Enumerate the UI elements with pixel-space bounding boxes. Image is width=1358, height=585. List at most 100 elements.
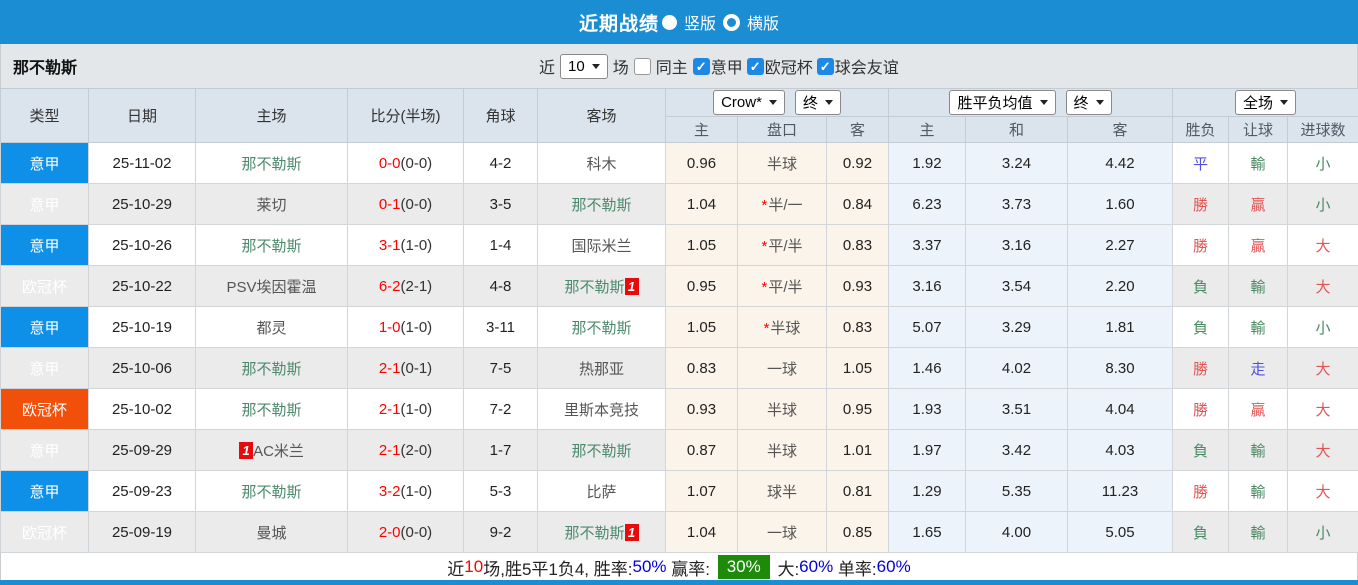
odds-away: 0.84 bbox=[826, 183, 889, 225]
match-type-cell: 意甲 bbox=[0, 306, 89, 348]
corner-count: 3-11 bbox=[463, 306, 538, 348]
handicap-value: 半球 bbox=[766, 401, 797, 419]
odds-home: 0.96 bbox=[665, 142, 738, 184]
match-type-cell: 欧冠杯 bbox=[0, 511, 89, 553]
result-goals: 大 bbox=[1287, 224, 1358, 266]
odds-home: 1.07 bbox=[665, 470, 738, 512]
home-team-cell: 都灵 bbox=[195, 306, 348, 348]
avg-lose: 4.04 bbox=[1067, 388, 1173, 430]
summary-part: 赢率: bbox=[666, 559, 715, 579]
rank-badge: 1 bbox=[624, 277, 639, 295]
result-goals: 小 bbox=[1287, 183, 1358, 225]
away-team-cell: 那不勒斯 bbox=[537, 429, 666, 471]
recent-label: 近 bbox=[539, 60, 556, 77]
home-team-cell: 1 AC米兰 bbox=[195, 429, 348, 471]
result-goals: 小 bbox=[1287, 511, 1358, 553]
result-handicap: 走 bbox=[1228, 347, 1288, 389]
result-handicap: 贏 bbox=[1228, 224, 1288, 266]
corner-count: 7-2 bbox=[463, 388, 538, 430]
col-header-away: 客场 bbox=[537, 88, 666, 143]
match-type-cell: 意甲 bbox=[0, 429, 89, 471]
handicap-value: 半球 bbox=[770, 319, 801, 337]
avg-win: 1.97 bbox=[888, 429, 966, 471]
away-team-cell: 那不勒斯 bbox=[537, 183, 666, 225]
result-handicap: 輸 bbox=[1228, 470, 1288, 512]
league-checkbox[interactable] bbox=[746, 57, 764, 75]
away-team-name: 比萨 bbox=[586, 483, 617, 501]
score-cell: 0-1(0-0) bbox=[347, 183, 464, 225]
halftime-score: (1-0) bbox=[400, 318, 433, 336]
radio-label[interactable]: 竖版 bbox=[684, 10, 716, 34]
sub-header-1: 盘口 bbox=[737, 116, 827, 143]
match-date: 25-10-02 bbox=[88, 388, 196, 430]
recent-count-select[interactable]: 10 bbox=[560, 53, 608, 79]
odds-home: 0.83 bbox=[665, 347, 738, 389]
away-team-cell: 那不勒斯 1 bbox=[537, 265, 666, 307]
avg-draw: 3.42 bbox=[965, 429, 1068, 471]
avg-time-select[interactable]: 终 bbox=[1065, 90, 1112, 115]
home-team-name: 那不勒斯 bbox=[241, 360, 302, 378]
odds-home: 1.05 bbox=[665, 306, 738, 348]
avg-draw: 3.24 bbox=[965, 142, 1068, 184]
halftime-score: (0-0) bbox=[400, 523, 433, 541]
bottom-accent-strip bbox=[0, 580, 1358, 585]
same-home-checkbox[interactable] bbox=[633, 57, 651, 75]
radio-label[interactable]: 横版 bbox=[747, 10, 779, 34]
summary-part: 60% bbox=[876, 557, 911, 576]
home-team-cell: 莱切 bbox=[195, 183, 348, 225]
league-checkbox[interactable] bbox=[692, 57, 710, 75]
result-wdl: 勝 bbox=[1172, 183, 1229, 225]
corner-count: 3-5 bbox=[463, 183, 538, 225]
bookmaker-select[interactable]: Crow* bbox=[713, 90, 785, 115]
bookmaker-time-select[interactable]: 终 bbox=[794, 90, 841, 115]
score-cell: 1-0(1-0) bbox=[347, 306, 464, 348]
summary-part: 60% bbox=[799, 557, 834, 576]
score-cell: 6-2(2-1) bbox=[347, 265, 464, 307]
fulltime-score: 2-0 bbox=[378, 523, 401, 541]
handicap-value: 一球 bbox=[766, 524, 797, 542]
away-team-name: 里斯本竞技 bbox=[563, 401, 639, 419]
fulltime-score: 1-0 bbox=[378, 318, 401, 336]
away-team-name: 那不勒斯 bbox=[564, 278, 625, 296]
corner-count: 1-7 bbox=[463, 429, 538, 471]
odds-home: 1.04 bbox=[665, 183, 738, 225]
chevron-down-icon bbox=[591, 63, 600, 69]
scope-select[interactable]: 全场 bbox=[1234, 90, 1296, 115]
avg-draw: 4.00 bbox=[965, 511, 1068, 553]
filter-controls: 近 10 场 同主 意甲 欧冠杯 球会友谊 bbox=[539, 44, 899, 88]
away-team-cell: 科木 bbox=[537, 142, 666, 184]
home-team-cell: 那不勒斯 bbox=[195, 470, 348, 512]
result-handicap: 贏 bbox=[1228, 388, 1288, 430]
home-team-name: 那不勒斯 bbox=[241, 401, 302, 419]
score-cell: 3-2(1-0) bbox=[347, 470, 464, 512]
avg-select[interactable]: 胜平负均值 bbox=[949, 90, 1056, 115]
odds-group-header: Crow* 终 bbox=[665, 88, 889, 117]
radio-selected-icon[interactable] bbox=[661, 14, 677, 30]
odds-away: 1.01 bbox=[826, 429, 889, 471]
avg-draw: 4.02 bbox=[965, 347, 1068, 389]
odds-away: 0.81 bbox=[826, 470, 889, 512]
table-row: 欧冠杯 25-10-22 PSV埃因霍温 6-2(2-1) 4-8 那不勒斯 1 0.95 *平… bbox=[0, 265, 1358, 307]
radio-unselected-icon[interactable] bbox=[723, 13, 740, 31]
odds-away: 0.95 bbox=[826, 388, 889, 430]
league-label: 意甲 bbox=[710, 60, 743, 77]
avg-win: 1.46 bbox=[888, 347, 966, 389]
avg-draw: 5.35 bbox=[965, 470, 1068, 512]
handicap-value: 一球 bbox=[766, 360, 797, 378]
avg-win: 5.07 bbox=[888, 306, 966, 348]
result-wdl: 勝 bbox=[1172, 347, 1229, 389]
home-team-cell: PSV埃因霍温 bbox=[195, 265, 348, 307]
odds-away: 0.92 bbox=[826, 142, 889, 184]
score-cell: 2-1(2-0) bbox=[347, 429, 464, 471]
match-date: 25-09-19 bbox=[88, 511, 196, 553]
home-team-name: 莱切 bbox=[256, 196, 287, 214]
result-goals: 大 bbox=[1287, 470, 1358, 512]
match-type-cell: 意甲 bbox=[0, 347, 89, 389]
away-team-name: 那不勒斯 bbox=[571, 442, 632, 460]
fulltime-score: 3-1 bbox=[378, 236, 401, 254]
title-bar: 近期战绩 竖版 横版 bbox=[0, 0, 1358, 44]
league-checkbox[interactable] bbox=[816, 57, 834, 75]
odds-home: 0.93 bbox=[665, 388, 738, 430]
odds-handicap: *半球 bbox=[737, 306, 827, 348]
avg-lose: 11.23 bbox=[1067, 470, 1173, 512]
